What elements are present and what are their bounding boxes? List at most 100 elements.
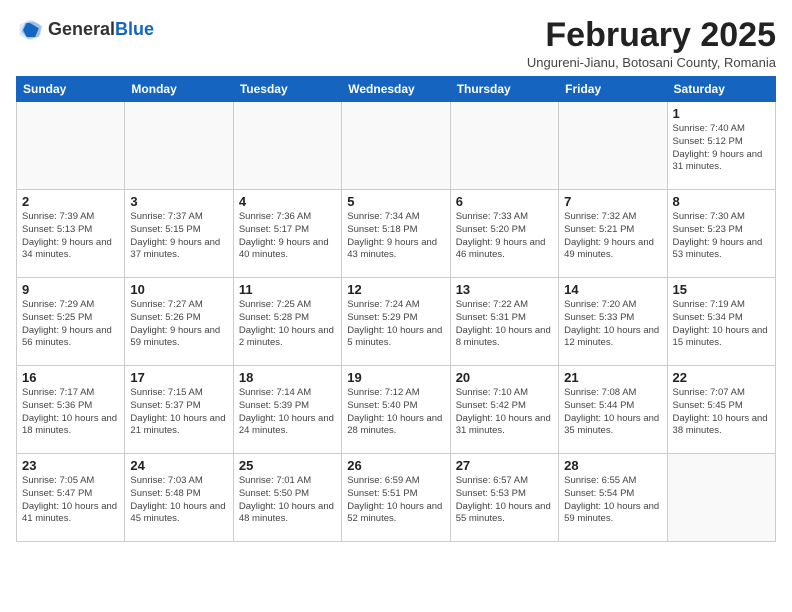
calendar-day-cell: 10Sunrise: 7:27 AM Sunset: 5:26 PM Dayli… xyxy=(125,278,233,366)
weekday-header-sunday: Sunday xyxy=(17,77,125,102)
calendar-table: SundayMondayTuesdayWednesdayThursdayFrid… xyxy=(16,76,776,542)
day-number: 8 xyxy=(673,194,770,209)
calendar-day-cell: 11 Sunrise: 7:25 AM Sunset: 5:28 PM Dayli… xyxy=(233,278,341,366)
day-info: Sunrise: 7:40 AM Sunset: 5:12 PM Dayligh… xyxy=(673,123,770,174)
day-number: 4 xyxy=(239,194,336,209)
day-info: Sunrise: 7:10 AM Sunset: 5:42 PM Dayligh… xyxy=(456,387,553,438)
calendar-header: SundayMondayTuesdayWednesdayThursdayFrid… xyxy=(17,77,776,102)
day-info: Sunrise: 7:27 AM Sunset: 5:26 PM Dayligh… xyxy=(130,299,227,350)
day-number: 19 xyxy=(347,370,444,385)
day-info: Sunrise: 7:08 AM Sunset: 5:44 PM Dayligh… xyxy=(564,387,661,438)
calendar-day-cell: 22Sunrise: 7:07 AM Sunset: 5:45 PM Dayli… xyxy=(667,366,775,454)
day-number: 25 xyxy=(239,458,336,473)
weekday-header-friday: Friday xyxy=(559,77,667,102)
calendar-day-cell: 5Sunrise: 7:34 AM Sunset: 5:18 PM Daylig… xyxy=(342,190,450,278)
calendar-day-cell: 16 Sunrise: 7:17 AM Sunset: 5:36 PM Dayli… xyxy=(17,366,125,454)
day-info: Sunrise: 7:36 AM Sunset: 5:17 PM Dayligh… xyxy=(239,211,336,262)
day-info: Sunrise: 7:20 AM Sunset: 5:33 PM Dayligh… xyxy=(564,299,661,350)
calendar-day-cell: 19 Sunrise: 7:12 AM Sunset: 5:40 PM Dayli… xyxy=(342,366,450,454)
day-number: 23 xyxy=(22,458,119,473)
day-number: 17 xyxy=(130,370,227,385)
day-info: Sunrise: 6:57 AM Sunset: 5:53 PM Dayligh… xyxy=(456,475,553,526)
calendar-day-cell: 25 Sunrise: 7:01 AM Sunset: 5:50 PM Dayli… xyxy=(233,454,341,542)
calendar-day-cell: 28Sunrise: 6:55 AM Sunset: 5:54 PM Dayli… xyxy=(559,454,667,542)
weekday-header-tuesday: Tuesday xyxy=(233,77,341,102)
calendar-week-row: 16 Sunrise: 7:17 AM Sunset: 5:36 PM Dayli… xyxy=(17,366,776,454)
day-number: 11 xyxy=(239,282,336,297)
day-number: 1 xyxy=(673,106,770,121)
day-number: 14 xyxy=(564,282,661,297)
day-info: Sunrise: 7:07 AM Sunset: 5:45 PM Dayligh… xyxy=(673,387,770,438)
day-number: 12 xyxy=(347,282,444,297)
calendar-day-cell: 12 Sunrise: 7:24 AM Sunset: 5:29 PM Dayli… xyxy=(342,278,450,366)
day-info: Sunrise: 7:17 AM Sunset: 5:36 PM Dayligh… xyxy=(22,387,119,438)
calendar-week-row: 1 Sunrise: 7:40 AM Sunset: 5:12 PM Daylig… xyxy=(17,102,776,190)
day-info: Sunrise: 7:32 AM Sunset: 5:21 PM Dayligh… xyxy=(564,211,661,262)
weekday-header-wednesday: Wednesday xyxy=(342,77,450,102)
day-number: 21 xyxy=(564,370,661,385)
calendar-day-cell xyxy=(450,102,558,190)
logo-general-text: General xyxy=(48,19,115,39)
day-info: Sunrise: 7:05 AM Sunset: 5:47 PM Dayligh… xyxy=(22,475,119,526)
calendar-day-cell: 17 Sunrise: 7:15 AM Sunset: 5:37 PM Dayli… xyxy=(125,366,233,454)
day-info: Sunrise: 6:59 AM Sunset: 5:51 PM Dayligh… xyxy=(347,475,444,526)
weekday-header-thursday: Thursday xyxy=(450,77,558,102)
weekday-header-saturday: Saturday xyxy=(667,77,775,102)
day-info: Sunrise: 7:01 AM Sunset: 5:50 PM Dayligh… xyxy=(239,475,336,526)
calendar-day-cell xyxy=(342,102,450,190)
title-block: February 2025 Ungureni-Jianu, Botosani C… xyxy=(527,16,776,70)
day-number: 27 xyxy=(456,458,553,473)
calendar-day-cell: 26 Sunrise: 6:59 AM Sunset: 5:51 PM Dayli… xyxy=(342,454,450,542)
calendar-day-cell: 18 Sunrise: 7:14 AM Sunset: 5:39 PM Dayli… xyxy=(233,366,341,454)
day-number: 26 xyxy=(347,458,444,473)
calendar-day-cell: 2 Sunrise: 7:39 AM Sunset: 5:13 PM Daylig… xyxy=(17,190,125,278)
day-number: 7 xyxy=(564,194,661,209)
calendar-day-cell: 6 Sunrise: 7:33 AM Sunset: 5:20 PM Daylig… xyxy=(450,190,558,278)
calendar-day-cell xyxy=(233,102,341,190)
calendar-day-cell: 27 Sunrise: 6:57 AM Sunset: 5:53 PM Dayli… xyxy=(450,454,558,542)
calendar-day-cell xyxy=(17,102,125,190)
calendar-day-cell: 14 Sunrise: 7:20 AM Sunset: 5:33 PM Dayli… xyxy=(559,278,667,366)
calendar-day-cell xyxy=(667,454,775,542)
day-info: Sunrise: 7:15 AM Sunset: 5:37 PM Dayligh… xyxy=(130,387,227,438)
day-number: 20 xyxy=(456,370,553,385)
day-info: Sunrise: 7:12 AM Sunset: 5:40 PM Dayligh… xyxy=(347,387,444,438)
day-number: 2 xyxy=(22,194,119,209)
calendar-week-row: 9Sunrise: 7:29 AM Sunset: 5:25 PM Daylig… xyxy=(17,278,776,366)
page-header: GeneralBlue February 2025 Ungureni-Jianu… xyxy=(16,16,776,70)
calendar-day-cell xyxy=(559,102,667,190)
day-info: Sunrise: 7:03 AM Sunset: 5:48 PM Dayligh… xyxy=(130,475,227,526)
day-info: Sunrise: 7:33 AM Sunset: 5:20 PM Dayligh… xyxy=(456,211,553,262)
weekday-header-row: SundayMondayTuesdayWednesdayThursdayFrid… xyxy=(17,77,776,102)
day-number: 6 xyxy=(456,194,553,209)
day-info: Sunrise: 7:14 AM Sunset: 5:39 PM Dayligh… xyxy=(239,387,336,438)
logo-blue-text: Blue xyxy=(115,19,154,39)
logo: GeneralBlue xyxy=(16,16,154,44)
day-info: Sunrise: 7:25 AM Sunset: 5:28 PM Dayligh… xyxy=(239,299,336,350)
calendar-day-cell: 20 Sunrise: 7:10 AM Sunset: 5:42 PM Dayli… xyxy=(450,366,558,454)
day-number: 16 xyxy=(22,370,119,385)
day-number: 18 xyxy=(239,370,336,385)
logo-text: GeneralBlue xyxy=(48,20,154,40)
day-info: Sunrise: 7:22 AM Sunset: 5:31 PM Dayligh… xyxy=(456,299,553,350)
calendar-week-row: 2 Sunrise: 7:39 AM Sunset: 5:13 PM Daylig… xyxy=(17,190,776,278)
day-number: 24 xyxy=(130,458,227,473)
calendar-body: 1 Sunrise: 7:40 AM Sunset: 5:12 PM Daylig… xyxy=(17,102,776,542)
calendar-day-cell: 13Sunrise: 7:22 AM Sunset: 5:31 PM Dayli… xyxy=(450,278,558,366)
day-number: 5 xyxy=(347,194,444,209)
day-number: 9 xyxy=(22,282,119,297)
month-year-title: February 2025 xyxy=(527,16,776,55)
calendar-day-cell: 4 Sunrise: 7:36 AM Sunset: 5:17 PM Daylig… xyxy=(233,190,341,278)
day-info: Sunrise: 7:24 AM Sunset: 5:29 PM Dayligh… xyxy=(347,299,444,350)
calendar-day-cell: 24 Sunrise: 7:03 AM Sunset: 5:48 PM Dayli… xyxy=(125,454,233,542)
day-number: 15 xyxy=(673,282,770,297)
day-info: Sunrise: 7:39 AM Sunset: 5:13 PM Dayligh… xyxy=(22,211,119,262)
location-subtitle: Ungureni-Jianu, Botosani County, Romania xyxy=(527,55,776,70)
calendar-day-cell xyxy=(125,102,233,190)
calendar-day-cell: 23 Sunrise: 7:05 AM Sunset: 5:47 PM Dayli… xyxy=(17,454,125,542)
calendar-day-cell: 15 Sunrise: 7:19 AM Sunset: 5:34 PM Dayli… xyxy=(667,278,775,366)
day-info: Sunrise: 7:19 AM Sunset: 5:34 PM Dayligh… xyxy=(673,299,770,350)
day-number: 3 xyxy=(130,194,227,209)
calendar-day-cell: 9Sunrise: 7:29 AM Sunset: 5:25 PM Daylig… xyxy=(17,278,125,366)
calendar-day-cell: 1 Sunrise: 7:40 AM Sunset: 5:12 PM Daylig… xyxy=(667,102,775,190)
